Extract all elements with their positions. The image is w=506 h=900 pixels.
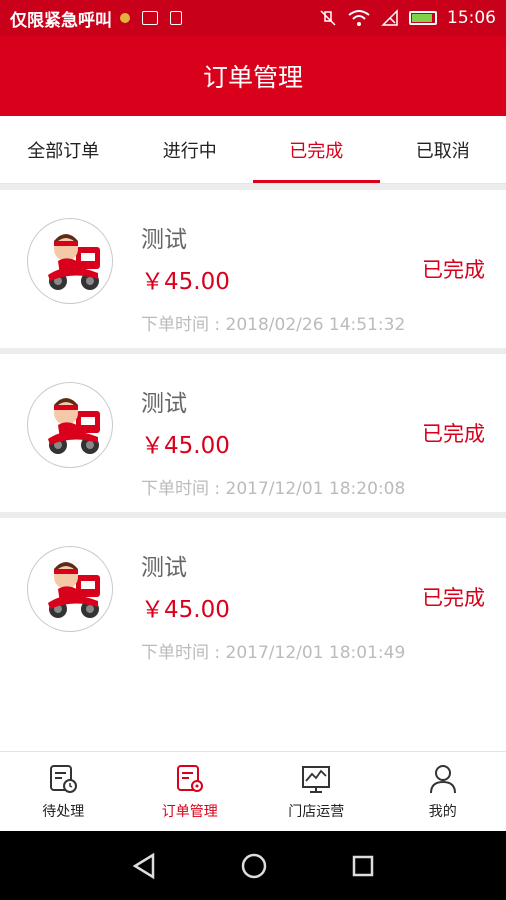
- delivery-avatar: [27, 382, 113, 468]
- order-price: ￥45.00: [141, 597, 230, 623]
- sim-notification-icon: [170, 11, 182, 25]
- delivery-rider-icon: [48, 234, 100, 290]
- wifi-icon: [348, 10, 370, 26]
- order-settings-icon: [176, 764, 203, 792]
- order-status: 已完成: [422, 258, 485, 282]
- nav-order-management[interactable]: 订单管理: [127, 752, 254, 831]
- store-monitor-icon: [302, 765, 331, 793]
- order-title: 测试: [141, 391, 187, 417]
- pending-clock-icon: [50, 764, 78, 793]
- nav-label: 门店运营: [288, 803, 345, 820]
- system-nav-bar: [0, 831, 506, 900]
- app-bar: 订单管理: [0, 36, 506, 116]
- nav-label: 我的: [428, 803, 457, 820]
- delivery-rider-icon: [48, 398, 100, 454]
- back-icon[interactable]: [131, 852, 157, 880]
- tab-label: 已取消: [415, 140, 470, 162]
- status-bar: 仅限紧急呼叫 15:06: [0, 0, 506, 36]
- profile-icon: [429, 764, 456, 793]
- order-status: 已完成: [422, 422, 485, 446]
- status-time: 15:06: [447, 8, 496, 28]
- recent-apps-icon[interactable]: [351, 854, 375, 878]
- mute-icon: [320, 10, 336, 26]
- order-title: 测试: [141, 555, 187, 581]
- order-time: 下单时间 : 2017/12/01 18:01:49: [141, 643, 406, 663]
- nav-label: 待处理: [42, 803, 85, 820]
- delivery-avatar: [27, 546, 113, 632]
- tab-in-progress[interactable]: 进行中: [127, 116, 254, 183]
- order-tabs: 全部订单 进行中 已完成 已取消: [0, 116, 506, 184]
- tab-label: 全部订单: [27, 140, 100, 162]
- order-time: 下单时间 : 2018/02/26 14:51:32: [141, 315, 406, 335]
- order-title: 测试: [141, 227, 187, 253]
- order-time: 下单时间 : 2017/12/01 18:20:08: [141, 479, 406, 499]
- battery-icon: [409, 11, 437, 25]
- order-card[interactable]: 测试 ￥45.00 下单时间 : 2017/12/01 18:01:49 已完成: [0, 518, 506, 676]
- order-card[interactable]: 测试 ￥45.00 下单时间 : 2018/02/26 14:51:32 已完成: [0, 190, 506, 354]
- home-icon[interactable]: [240, 852, 268, 880]
- status-carrier-text: 仅限紧急呼叫: [10, 10, 112, 31]
- order-status: 已完成: [422, 586, 485, 610]
- screen: 仅限紧急呼叫 15:06 订单管理 全部订单 进行中 已完成 已取消 测试 ￥4…: [0, 0, 506, 900]
- tab-label: 进行中: [162, 140, 217, 162]
- bottom-nav: 待处理 订单管理 门店运营 我的: [0, 751, 506, 831]
- active-tab-indicator: [253, 180, 380, 183]
- nav-store-operations[interactable]: 门店运营: [253, 752, 380, 831]
- order-price: ￥45.00: [141, 433, 230, 459]
- status-right: 15:06: [319, 8, 496, 28]
- tab-completed[interactable]: 已完成: [253, 116, 380, 183]
- tab-cancelled[interactable]: 已取消: [380, 116, 506, 183]
- order-card[interactable]: 测试 ￥45.00 下单时间 : 2017/12/01 18:20:08 已完成: [0, 354, 506, 518]
- tab-all-orders[interactable]: 全部订单: [0, 116, 127, 183]
- app-notification-icon: [142, 11, 158, 25]
- nav-pending[interactable]: 待处理: [0, 752, 127, 831]
- delivery-avatar: [27, 218, 113, 304]
- notification-dot-icon: [120, 13, 130, 23]
- delivery-rider-icon: [48, 562, 100, 618]
- nav-label: 订单管理: [161, 803, 218, 820]
- nav-profile[interactable]: 我的: [380, 752, 506, 831]
- tab-label: 已完成: [289, 140, 344, 162]
- page-title: 订单管理: [202, 63, 303, 92]
- signal-icon: [381, 9, 398, 26]
- order-price: ￥45.00: [141, 269, 230, 295]
